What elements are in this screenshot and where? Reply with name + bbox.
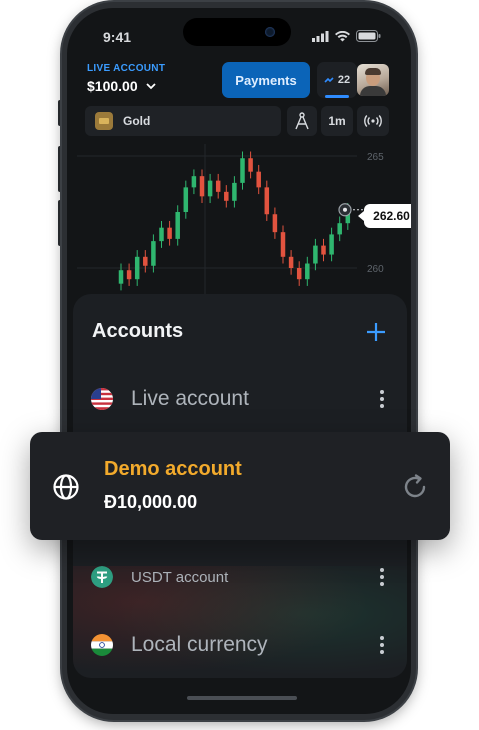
balance-selector[interactable]: $100.00 [87, 78, 156, 94]
demo-account-title: Demo account [104, 458, 242, 480]
gold-icon [95, 112, 113, 130]
candle-up [232, 182, 237, 201]
timeframe-button[interactable]: 1m [321, 106, 353, 136]
asset-selector[interactable]: Gold [85, 106, 281, 136]
refresh-icon[interactable] [400, 472, 430, 502]
candle-down [256, 171, 261, 188]
more-vertical-icon[interactable] [379, 390, 385, 408]
current-price-marker-center [343, 207, 347, 212]
asset-name: Gold [123, 114, 151, 128]
account-row-usdt[interactable]: USDT account [73, 564, 407, 590]
candle-up [207, 180, 213, 197]
candle-up [329, 234, 334, 255]
candle-up [175, 212, 180, 239]
demo-account-balance: Đ10,000.00 [104, 492, 198, 512]
dynamic-island [183, 18, 291, 46]
home-indicator [187, 696, 297, 700]
wifi-icon [335, 30, 350, 41]
account-label: Live account [131, 387, 249, 410]
candle-down [272, 214, 278, 233]
candle-up [118, 270, 124, 284]
candle-up [313, 245, 318, 264]
status-icons [312, 30, 381, 42]
candle-down [264, 187, 270, 215]
status-bar: 9:41 [67, 8, 411, 52]
signals-button[interactable] [357, 106, 389, 136]
candle-up [191, 176, 197, 188]
account-row-local[interactable]: Local currency [73, 628, 407, 662]
demo-account-card[interactable]: Demo account Đ10,000.00 [30, 432, 450, 540]
signal-icon [312, 30, 329, 42]
candle-up [337, 223, 342, 235]
candle-up [151, 241, 156, 266]
india-flag-icon [91, 634, 113, 656]
candle-up [240, 158, 245, 183]
camera-icon [265, 27, 275, 37]
candle-down [224, 191, 229, 201]
candle-up [134, 256, 140, 280]
battery-icon [356, 30, 381, 42]
broadcast-icon [364, 115, 382, 127]
more-vertical-icon[interactable] [379, 568, 385, 586]
account-label: USDT account [131, 569, 229, 586]
price-chart[interactable]: 265 260 [67, 144, 411, 304]
plus-icon [367, 323, 385, 341]
candle-down [248, 158, 253, 172]
drawing-tools-button[interactable] [287, 106, 317, 136]
candle-down [215, 180, 221, 192]
globe-icon [53, 474, 79, 500]
current-price-label: 262.60 [358, 204, 411, 228]
y-axis-tick-label: 265 [367, 152, 384, 163]
status-time: 9:41 [103, 29, 132, 45]
candle-down [321, 245, 326, 255]
candle-down [296, 268, 302, 280]
candle-up [183, 187, 189, 212]
trend-icon [324, 77, 334, 83]
phone-screen: 9:41 LIVE ACCOUNT $100.00 Payments 22 Go… [67, 8, 411, 714]
more-vertical-icon[interactable] [379, 636, 385, 654]
candle-up [159, 227, 164, 242]
y-axis-tick-label: 260 [367, 264, 384, 275]
candle-up [305, 263, 310, 280]
sheet-title: Accounts [92, 320, 184, 342]
candle-down [167, 227, 172, 239]
notifications-button[interactable]: 22 [317, 62, 357, 98]
avatar[interactable] [357, 64, 389, 96]
chevron-down-icon [145, 82, 156, 89]
candle-down [126, 270, 132, 280]
add-account-button[interactable] [365, 322, 387, 344]
candle-down [288, 256, 294, 268]
notifications-count: 22 [337, 74, 351, 86]
candle-down [199, 176, 205, 197]
payments-button[interactable]: Payments [222, 62, 310, 98]
active-indicator [325, 95, 349, 98]
candle-series [118, 151, 351, 291]
balance-value: $100.00 [87, 78, 138, 94]
account-label: Local currency [131, 633, 268, 656]
us-flag-icon [91, 388, 113, 410]
tether-icon [91, 566, 113, 588]
candle-down [280, 232, 286, 257]
candle-down [143, 256, 148, 266]
account-type-label: LIVE ACCOUNT [87, 63, 166, 74]
compass-icon [295, 112, 309, 130]
account-row-live[interactable]: Live account [73, 382, 407, 416]
